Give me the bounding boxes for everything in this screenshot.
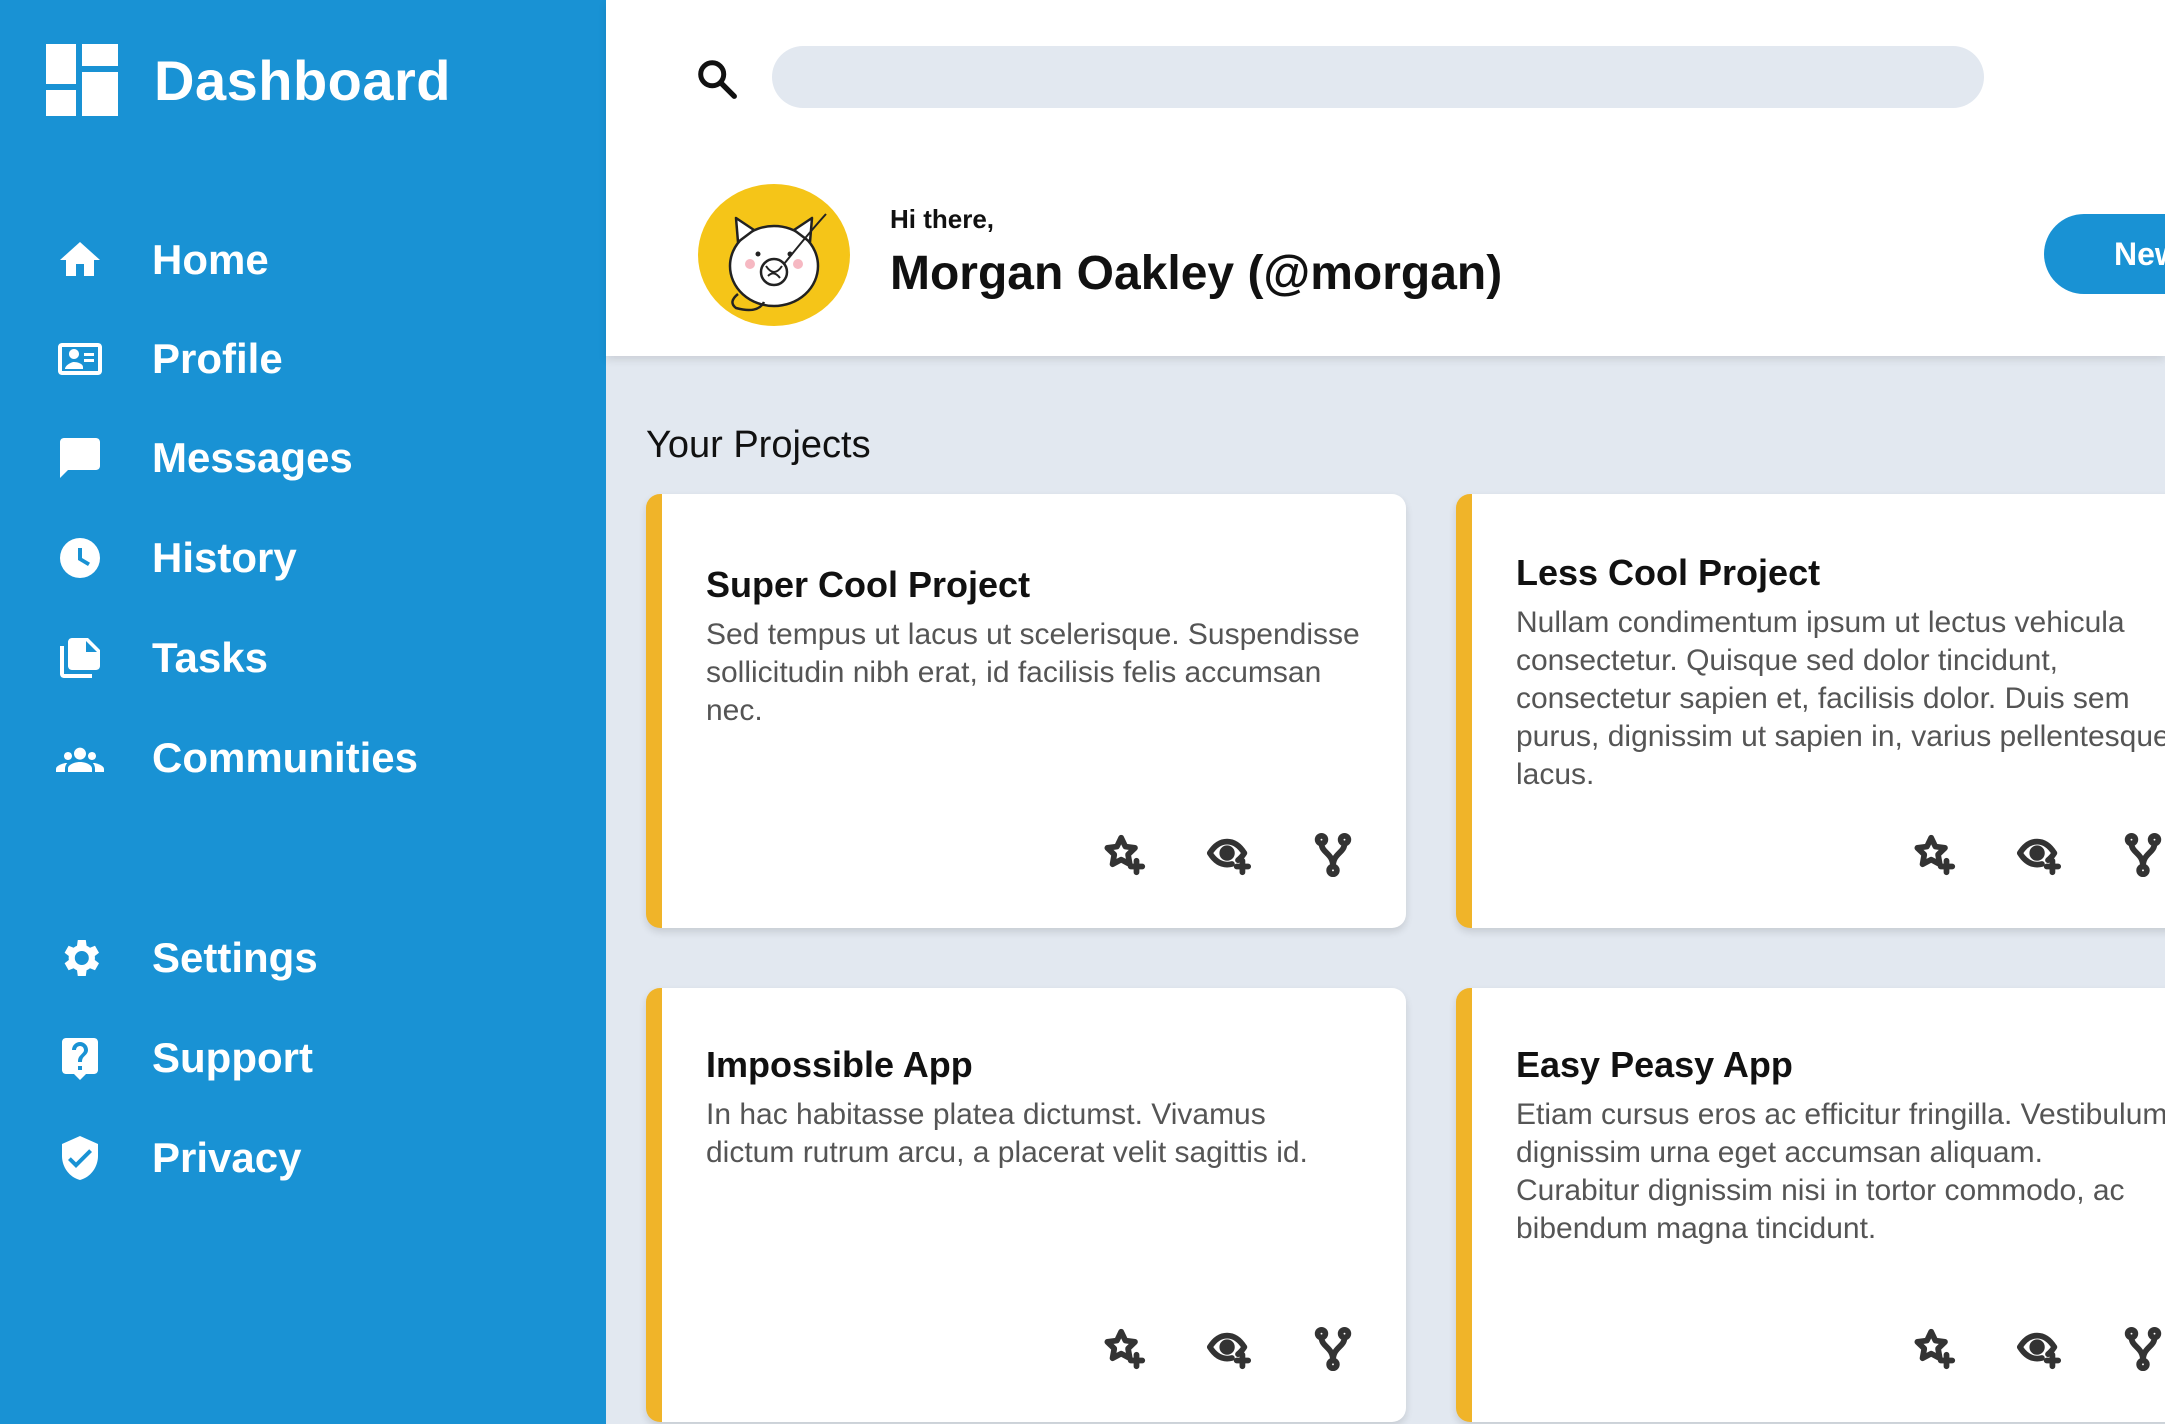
project-description: Etiam cursus eros ac efficitur fringilla… bbox=[1516, 1098, 2165, 1245]
sidebar-item-settings[interactable]: Settings bbox=[50, 926, 318, 990]
project-title[interactable]: Easy Peasy App bbox=[1516, 1044, 2165, 1086]
card-actions bbox=[1102, 832, 1356, 878]
profile-card-icon bbox=[50, 329, 110, 389]
watch-add-icon[interactable] bbox=[2016, 1326, 2062, 1372]
sidebar-item-tasks[interactable]: Tasks bbox=[50, 626, 268, 690]
sidebar-item-label: Messages bbox=[152, 434, 353, 481]
star-add-icon[interactable] bbox=[1912, 1326, 1958, 1372]
project-title[interactable]: Impossible App bbox=[706, 1044, 1362, 1086]
clock-icon bbox=[50, 528, 110, 588]
card-actions bbox=[1912, 832, 2165, 878]
card-actions bbox=[1912, 1326, 2165, 1372]
project-card[interactable]: Impossible App In hac habitasse platea d… bbox=[646, 988, 1406, 1422]
watch-add-icon[interactable] bbox=[1206, 1326, 1252, 1372]
dashboard-app: Dashboard Home Profile Messages History bbox=[0, 0, 2165, 1424]
watch-add-icon[interactable] bbox=[2016, 832, 2062, 878]
cat-avatar-illustration bbox=[728, 213, 827, 312]
project-card[interactable]: Easy Peasy App Etiam cursus eros ac effi… bbox=[1456, 988, 2165, 1422]
home-icon bbox=[50, 230, 110, 290]
search-icon[interactable] bbox=[694, 56, 740, 102]
star-add-icon[interactable] bbox=[1912, 832, 1958, 878]
sidebar-item-label: Home bbox=[152, 236, 269, 283]
watch-add-icon[interactable] bbox=[1206, 832, 1252, 878]
sidebar-item-label: Settings bbox=[152, 934, 318, 981]
greeting: Hi there, bbox=[890, 204, 995, 234]
sidebar-item-label: Communities bbox=[152, 734, 419, 781]
brand[interactable]: Dashboard bbox=[46, 44, 451, 116]
sidebar-item-privacy[interactable]: Privacy bbox=[50, 1126, 301, 1190]
project-description: Nullam condimentum ipsum ut lectus vehic… bbox=[1516, 606, 2165, 791]
sidebar-item-home[interactable]: Home bbox=[50, 228, 269, 292]
sidebar-item-label: Support bbox=[152, 1034, 313, 1081]
avatar[interactable] bbox=[698, 184, 850, 326]
fork-icon[interactable] bbox=[1310, 1326, 1356, 1372]
sidebar-item-label: Privacy bbox=[152, 1134, 302, 1181]
sidebar-item-history[interactable]: History bbox=[50, 526, 297, 590]
sidebar-item-label: Profile bbox=[152, 335, 283, 382]
sidebar-item-messages[interactable]: Messages bbox=[50, 426, 353, 490]
documents-icon bbox=[50, 628, 110, 688]
sidebar-item-label: History bbox=[152, 534, 297, 581]
user-name: Morgan Oakley (@morgan) bbox=[890, 247, 1503, 300]
sidebar-item-label: Tasks bbox=[152, 634, 268, 681]
sidebar: Dashboard Home Profile Messages History bbox=[0, 0, 606, 1424]
gear-icon bbox=[50, 928, 110, 988]
project-description: Sed tempus ut lacus ut scelerisque. Susp… bbox=[706, 618, 1360, 727]
sidebar-item-support[interactable]: Support bbox=[50, 1026, 313, 1090]
fork-icon[interactable] bbox=[1310, 832, 1356, 878]
brand-title: Dashboard bbox=[154, 48, 451, 112]
project-card[interactable]: Super Cool Project Sed tempus ut lacus u… bbox=[646, 494, 1406, 928]
message-icon bbox=[50, 428, 110, 488]
card-actions bbox=[1102, 1326, 1356, 1372]
star-add-icon[interactable] bbox=[1102, 832, 1148, 878]
help-icon bbox=[50, 1028, 110, 1088]
sidebar-item-communities[interactable]: Communities bbox=[50, 726, 418, 790]
shield-check-icon bbox=[50, 1128, 110, 1188]
project-card[interactable]: Less Cool Project Nullam condimentum ips… bbox=[1456, 494, 2165, 928]
section-title: Your Projects bbox=[646, 424, 871, 466]
project-title[interactable]: Less Cool Project bbox=[1516, 552, 2165, 594]
project-description: In hac habitasse platea dictumst. Vivamu… bbox=[706, 1098, 1308, 1169]
project-title[interactable]: Super Cool Project bbox=[706, 564, 1362, 606]
people-icon bbox=[50, 728, 110, 788]
star-add-icon[interactable] bbox=[1102, 1326, 1148, 1372]
fork-icon[interactable] bbox=[2120, 832, 2165, 878]
search-input[interactable] bbox=[772, 46, 1984, 108]
header: Hi there, Morgan Oakley (@morgan) New bbox=[606, 0, 2165, 356]
new-button[interactable]: New bbox=[2044, 214, 2165, 294]
dashboard-logo-icon bbox=[46, 44, 118, 116]
sidebar-item-profile[interactable]: Profile bbox=[50, 327, 283, 391]
fork-icon[interactable] bbox=[2120, 1326, 2165, 1372]
